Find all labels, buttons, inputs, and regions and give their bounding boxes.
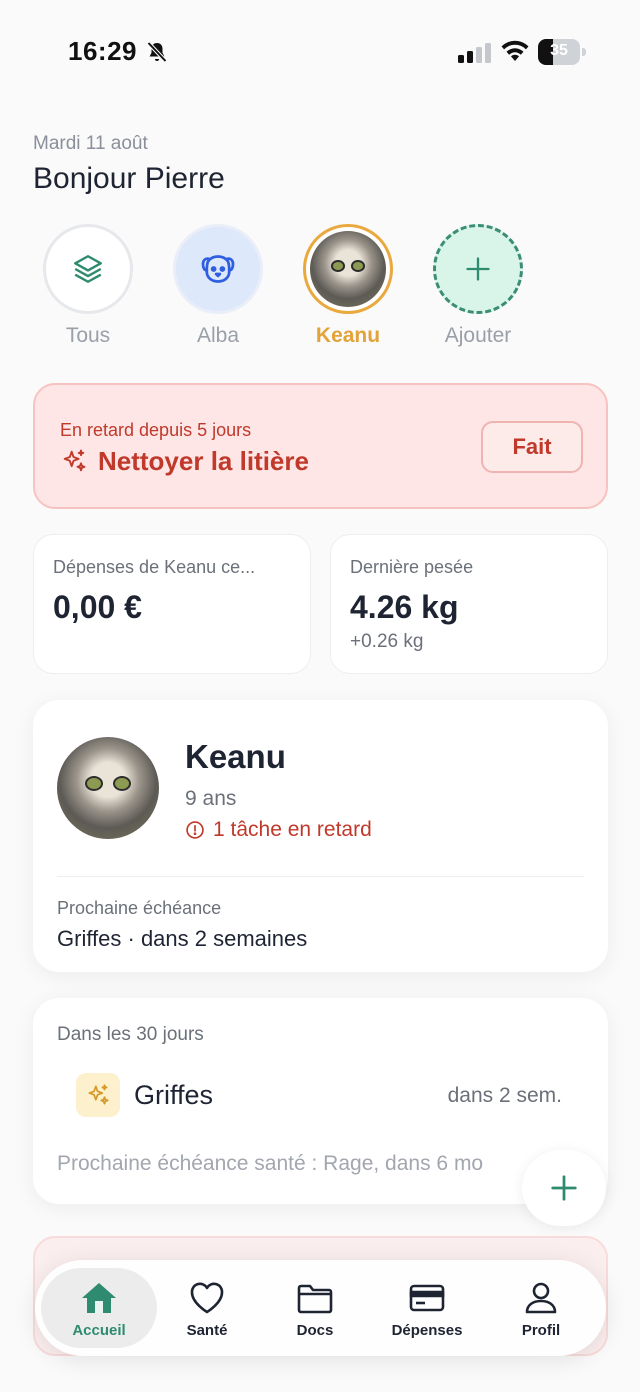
overdue-duration: En retard depuis 5 jours — [60, 420, 252, 440]
pet-label-alba: Alba — [196, 324, 240, 347]
plus-icon — [466, 257, 490, 281]
mark-done-button[interactable]: Fait — [481, 421, 583, 473]
tab-label-accueil: Accueil — [72, 1321, 126, 1339]
upcoming-item-name[interactable]: Griffes — [134, 1080, 213, 1111]
weight-delta: +0.26 kg — [350, 631, 424, 652]
add-pet-button[interactable]: Ajouter — [433, 224, 523, 348]
tab-docs[interactable]: Docs — [257, 1268, 373, 1348]
tab-accueil[interactable]: Accueil — [41, 1268, 157, 1348]
overdue-task-alert[interactable]: En retard depuis 5 jours Nettoyer la lit… — [33, 383, 608, 509]
sparkles-icon — [88, 1084, 109, 1105]
pet-label-keanu: Keanu — [315, 324, 381, 347]
keanu-avatar — [310, 231, 386, 307]
expenses-stat-card[interactable]: Dépenses de Keanu ce... 0,00 € — [33, 534, 311, 674]
upcoming-title: Dans les 30 jours — [57, 1024, 204, 1045]
wifi-icon — [501, 40, 529, 61]
bottom-tab-bar: Accueil Santé Docs Dépenses Profil — [35, 1260, 606, 1356]
bell-muted-icon — [147, 41, 167, 63]
add-fab-button[interactable] — [522, 1150, 606, 1226]
pet-label-add: Ajouter — [444, 324, 512, 347]
divider — [57, 876, 584, 877]
dog-face-icon — [201, 255, 235, 283]
upcoming-item-icon — [76, 1073, 120, 1117]
upcoming-item-when: dans 2 sem. — [447, 1084, 562, 1107]
tab-label-sante: Santé — [186, 1321, 228, 1339]
pet-filter-all[interactable]: Tous — [43, 224, 133, 348]
tab-label-depenses: Dépenses — [391, 1321, 463, 1339]
card-icon — [409, 1284, 445, 1311]
tab-label-profil: Profil — [521, 1321, 561, 1339]
pet-label-all: Tous — [65, 324, 111, 347]
plus-icon — [551, 1175, 577, 1201]
person-icon — [525, 1282, 557, 1313]
current-date: Mardi 11 août — [33, 133, 148, 154]
status-bar: 16:29 35 — [0, 0, 640, 100]
layers-icon — [74, 255, 102, 283]
pet-profile-card[interactable]: Keanu 9 ans 1 tâche en retard Prochaine … — [33, 700, 608, 972]
pet-filter-keanu[interactable]: Keanu — [303, 224, 393, 348]
next-deadline-label: Prochaine échéance — [57, 898, 222, 918]
upcoming-30-days-card: Dans les 30 jours Griffes dans 2 sem. Pr… — [33, 998, 608, 1204]
battery-percent: 35 — [550, 42, 568, 59]
weight-value: 4.26 kg — [350, 589, 459, 625]
folder-icon — [297, 1284, 333, 1313]
overdue-count: 1 tâche en retard — [185, 818, 372, 842]
sparkles-icon — [63, 449, 86, 472]
cellular-signal-icon — [458, 43, 491, 63]
status-time: 16:29 — [68, 36, 137, 66]
pet-age: 9 ans — [185, 787, 237, 810]
next-health-deadline: Prochaine échéance santé : Rage, dans 6 … — [57, 1152, 484, 1175]
overdue-task-title: Nettoyer la litière — [98, 446, 309, 476]
tab-profil[interactable]: Profil — [483, 1268, 599, 1348]
weight-stat-card[interactable]: Dernière pesée 4.26 kg +0.26 kg — [330, 534, 608, 674]
next-deadline-value: Griffes · dans 2 semaines — [57, 926, 308, 951]
tab-depenses[interactable]: Dépenses — [369, 1268, 485, 1348]
expenses-label: Dépenses de Keanu ce... — [53, 557, 256, 577]
pet-photo — [57, 737, 159, 839]
weight-label: Dernière pesée — [350, 557, 474, 577]
alert-circle-icon — [186, 821, 204, 839]
overdue-count-text: 1 tâche en retard — [213, 818, 372, 841]
pet-filter-alba[interactable]: Alba — [173, 224, 263, 348]
battery-indicator: 35 — [538, 39, 586, 65]
tab-label-docs: Docs — [296, 1321, 334, 1339]
heart-icon — [190, 1282, 224, 1313]
tab-sante[interactable]: Santé — [149, 1268, 265, 1348]
home-icon — [82, 1282, 116, 1313]
greeting-title: Bonjour Pierre — [33, 162, 225, 195]
pet-name: Keanu — [185, 738, 286, 775]
expenses-value: 0,00 € — [53, 589, 142, 625]
